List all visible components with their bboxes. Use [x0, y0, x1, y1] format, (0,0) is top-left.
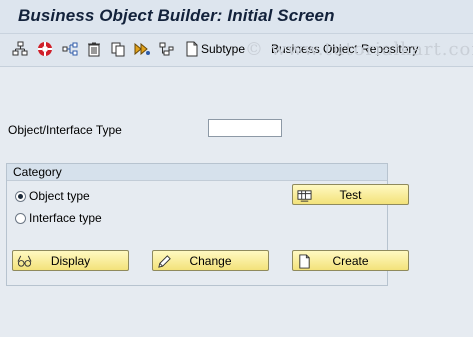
window-title: Business Object Builder: Initial Screen: [18, 6, 335, 25]
lifebuoy-icon[interactable]: [35, 39, 55, 59]
connect-icon[interactable]: [60, 39, 80, 59]
category-group: Category Object type Interface type Test…: [6, 163, 409, 286]
change-button[interactable]: Change: [152, 250, 269, 271]
create-button-label: Create: [332, 253, 369, 268]
category-group-header: Category: [7, 164, 387, 181]
subtype-button-label[interactable]: Subtype: [201, 42, 245, 56]
radio-interface-type-indicator[interactable]: [15, 212, 26, 224]
radio-interface-type[interactable]: Interface type: [15, 211, 102, 225]
display-button-label: Display: [50, 253, 91, 268]
title-bar: Business Object Builder: Initial Screen: [0, 0, 473, 34]
category-title: Category: [13, 165, 62, 179]
business-object-repository-button[interactable]: Business Object Repository: [271, 42, 418, 56]
change-button-label: Change: [189, 253, 232, 268]
pencil-icon: [156, 253, 172, 269]
radio-object-type-label: Object type: [29, 189, 90, 203]
object-interface-type-label: Object/Interface Type: [8, 123, 122, 137]
test-button[interactable]: Test: [292, 184, 409, 205]
object-interface-type-input[interactable]: [208, 119, 282, 137]
trash-icon[interactable]: [84, 39, 104, 59]
tree-icon[interactable]: [156, 39, 176, 59]
test-button-label: Test: [339, 187, 362, 202]
new-document-icon: [296, 253, 312, 269]
create-button[interactable]: Create: [292, 250, 409, 271]
hierarchy-icon[interactable]: [10, 39, 30, 59]
execute-icon[interactable]: [132, 39, 152, 59]
glasses-icon: [16, 253, 32, 269]
application-toolbar: Subtype Business Object Repository: [0, 34, 473, 67]
display-button[interactable]: Display: [12, 250, 129, 271]
radio-object-type-indicator[interactable]: [15, 190, 26, 202]
radio-object-type[interactable]: Object type: [15, 189, 90, 203]
document-icon[interactable]: [182, 39, 202, 59]
copy-icon[interactable]: [108, 39, 128, 59]
test-icon: [296, 187, 312, 203]
radio-interface-type-label: Interface type: [29, 211, 102, 225]
